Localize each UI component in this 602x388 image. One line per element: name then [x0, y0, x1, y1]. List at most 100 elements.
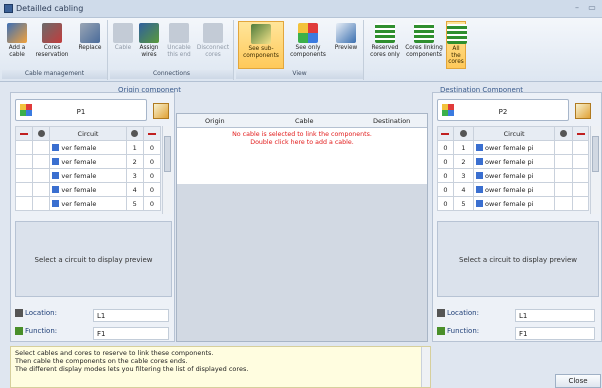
location-icon [437, 309, 445, 317]
origin-col-link[interactable] [14, 126, 34, 141]
destination-function-field[interactable]: F1 [515, 327, 595, 340]
table-row[interactable]: 0 4 ower female pi [437, 182, 589, 197]
circuit-icon [476, 144, 484, 151]
origin-col-circuit[interactable]: Circuit [49, 126, 127, 141]
assign-wires-button[interactable]: Assign wires [136, 21, 162, 69]
destination-table-scrollbar[interactable] [590, 126, 600, 214]
function-icon [15, 327, 23, 335]
circuit-icon [52, 172, 60, 179]
col-cable[interactable]: Cable [295, 117, 313, 125]
origin-table-scrollbar[interactable] [162, 126, 172, 214]
uncable-icon [169, 23, 189, 43]
browse-component-icon[interactable] [575, 103, 591, 119]
all-the-cores-button[interactable]: All the cores [446, 21, 467, 69]
origin-panel: P1 Circuit ver female 1 0 ver female 2 0… [10, 92, 175, 342]
disconnect-cores-button[interactable]: Disconnect cores [196, 21, 230, 69]
table-row[interactable]: 0 2 ower female pi [437, 154, 589, 169]
link-red-icon [441, 132, 450, 135]
dest-col-link[interactable] [437, 126, 454, 141]
preview-button[interactable]: Preview [332, 21, 360, 69]
circuit-icon [52, 158, 60, 165]
dest-col-dest-link[interactable] [572, 126, 589, 141]
pin-icon [459, 130, 467, 137]
table-row[interactable]: ver female 2 0 [14, 154, 162, 169]
table-row[interactable]: 0 5 ower female pi [437, 196, 589, 211]
dest-col-connector[interactable] [554, 126, 574, 141]
scroll-thumb[interactable] [164, 136, 171, 172]
add-cable-icon [7, 23, 27, 43]
cores-reservation-button[interactable]: Cores reservation [32, 21, 72, 69]
reserved-cores-only-button[interactable]: Reserved cores only [368, 21, 402, 69]
replace-button[interactable]: Replace [76, 21, 104, 69]
origin-location-row: Location: L1 [15, 309, 172, 323]
cores-reservation-icon [42, 23, 62, 43]
scroll-thumb[interactable] [592, 136, 599, 172]
destination-preview: Select a circuit to display preview [437, 221, 599, 297]
function-icon [437, 327, 445, 335]
table-row[interactable]: ver female 1 0 [14, 140, 162, 155]
cable-panel[interactable]: Origin Cable Destination No cable is sel… [176, 113, 428, 342]
add-cable-button[interactable]: Add a cable [4, 21, 30, 69]
table-row[interactable]: ver female 3 0 [14, 168, 162, 183]
group-view: See sub-components See only components P… [236, 20, 364, 80]
connector-icon [37, 130, 45, 137]
reserved-cores-icon [375, 23, 395, 43]
destination-location-field[interactable]: L1 [515, 309, 595, 322]
cable-list[interactable]: No cable is selected to link the compone… [177, 128, 427, 184]
group-connections: Cable Assign wires Uncable this end Disc… [110, 20, 234, 80]
close-button[interactable]: Close [555, 374, 601, 388]
group-cable-management: Add a cable Cores reservation Replace Ca… [2, 20, 108, 80]
dest-col-circuit[interactable]: Circuit [473, 126, 556, 141]
group-core-filter: Reserved cores only Cores linking compon… [366, 20, 468, 80]
assign-wires-icon [139, 23, 159, 43]
cable-button[interactable]: Cable [112, 21, 134, 69]
circuit-icon [476, 200, 484, 207]
components-icon [298, 23, 318, 43]
destination-circuits-table: Circuit 0 1 ower female pi 0 2 ower fema… [437, 126, 589, 211]
ribbon: Add a cable Cores reservation Replace Ca… [0, 18, 602, 82]
preview-icon [336, 23, 356, 43]
subcomponents-icon [251, 24, 271, 44]
cable-icon [113, 23, 133, 43]
table-row[interactable]: 0 1 ower female pi [437, 140, 589, 155]
no-cable-message: No cable is selected to link the compone… [232, 131, 372, 138]
add-cable-hint: Double click here to add a cable. [250, 139, 354, 146]
see-subcomponents-button[interactable]: See sub-components [238, 21, 284, 69]
minimize-icon[interactable]: – [572, 3, 582, 13]
help-text: Select cables and cores to reserve to li… [10, 346, 431, 388]
maximize-icon[interactable]: ▭ [587, 3, 597, 13]
replace-icon [80, 23, 100, 43]
see-only-components-button[interactable]: See only components [286, 21, 330, 69]
help-scrollbar[interactable] [421, 347, 430, 387]
destination-component-selector[interactable]: P2 [437, 99, 569, 121]
origin-component-selector[interactable]: P1 [15, 99, 147, 121]
destination-panel: P2 Circuit 0 1 ower female pi 0 2 ower f… [432, 92, 602, 342]
dest-col-pin[interactable] [452, 126, 475, 141]
table-row[interactable]: 0 3 ower female pi [437, 168, 589, 183]
table-row[interactable]: ver female 4 0 [14, 182, 162, 197]
origin-col-connector[interactable] [32, 126, 51, 141]
uncable-this-end-button[interactable]: Uncable this end [164, 21, 194, 69]
title-bar: Detailled cabling – ▭ [0, 0, 602, 18]
cores-linking-components-button[interactable]: Cores linking components [404, 21, 444, 69]
destination-location-row: Location: L1 [437, 309, 599, 323]
location-icon [15, 309, 23, 317]
app-icon [4, 4, 13, 13]
cores-linking-icon [414, 23, 434, 43]
col-destination[interactable]: Destination [373, 117, 410, 125]
origin-location-field[interactable]: L1 [93, 309, 169, 322]
circuit-icon [476, 186, 484, 193]
table-row[interactable]: ver female 5 0 [14, 196, 162, 211]
link-red-icon [147, 132, 156, 135]
origin-col-dest-link[interactable] [142, 126, 162, 141]
circuit-icon [476, 158, 484, 165]
pin-icon [131, 130, 139, 137]
disconnect-cores-icon [203, 23, 223, 43]
cable-table-header: Origin Cable Destination [177, 114, 427, 128]
origin-col-pin[interactable] [125, 126, 144, 141]
origin-function-field[interactable]: F1 [93, 327, 169, 340]
browse-component-icon[interactable] [153, 103, 169, 119]
col-origin[interactable]: Origin [205, 117, 225, 125]
circuit-icon [52, 200, 60, 207]
link-red-icon [576, 132, 585, 135]
